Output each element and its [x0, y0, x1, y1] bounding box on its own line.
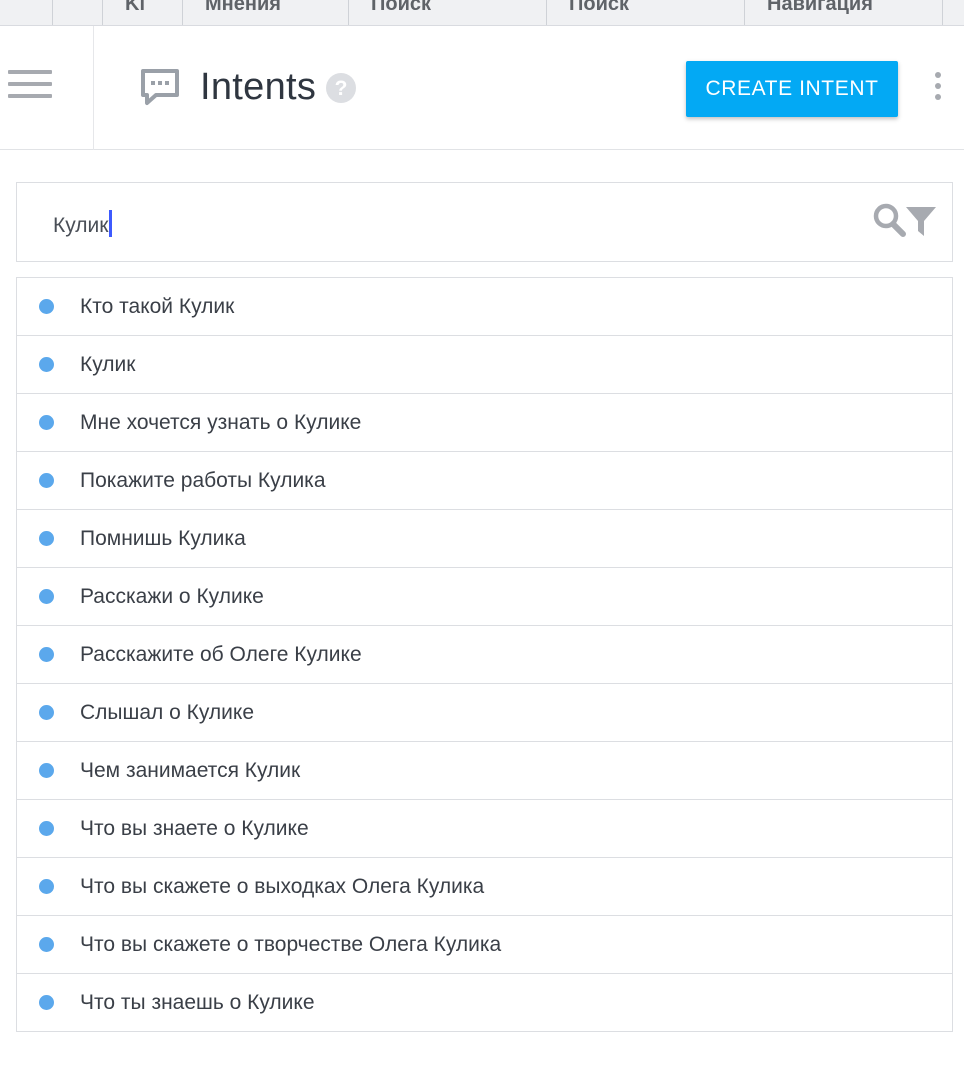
question-mark-icon[interactable]: ?	[325, 72, 357, 104]
intent-status-dot	[39, 357, 54, 372]
intent-status-dot	[39, 647, 54, 662]
intent-row[interactable]: Мне хочется узнать о Кулике	[17, 394, 952, 452]
intent-status-dot	[39, 415, 54, 430]
create-intent-button[interactable]: CREATE INTENT	[686, 61, 898, 117]
menu-area	[0, 26, 94, 150]
intent-label: Расскажите об Олеге Кулике	[80, 643, 362, 666]
svg-text:?: ?	[335, 77, 348, 100]
intent-label: Что вы скажете о выходках Олега Кулика	[80, 875, 485, 898]
search-icon[interactable]	[873, 203, 907, 239]
chat-bubble-icon	[141, 69, 179, 105]
intent-label: Мне хочется узнать о Кулике	[80, 411, 362, 434]
top-tab[interactable]: Поиск	[348, 0, 546, 25]
intent-row[interactable]: Кто такой Кулик	[17, 278, 952, 336]
hamburger-menu-icon[interactable]	[8, 70, 52, 98]
intent-status-dot	[39, 473, 54, 488]
intent-row[interactable]: Что ты знаешь о Кулике	[17, 974, 952, 1032]
page-header: Intents ? CREATE INTENT	[0, 26, 964, 150]
top-tab[interactable]: Поиск	[546, 0, 744, 25]
intent-row[interactable]: Что вы скажете о выходках Олега Кулика	[17, 858, 952, 916]
intent-label: Кулик	[80, 353, 136, 376]
intent-label: Покажите работы Кулика	[80, 469, 326, 492]
intent-label: Чем занимается Кулик	[80, 759, 301, 782]
intent-label: Что вы скажете о творчестве Олега Кулика	[80, 933, 502, 956]
filter-icon[interactable]	[905, 204, 937, 238]
intent-label: Что ты знаешь о Кулике	[80, 991, 315, 1014]
intent-label: Слышал о Кулике	[80, 701, 254, 724]
intent-status-dot	[39, 705, 54, 720]
intent-row[interactable]: Расскажи о Кулике	[17, 568, 952, 626]
top-tab[interactable]	[52, 0, 102, 25]
intent-label: Что вы знаете о Кулике	[80, 817, 309, 840]
intent-label: Расскажи о Кулике	[80, 585, 264, 608]
top-tab-strip: Ki Мнения Поиск Поиск Навигация	[0, 0, 964, 26]
intent-row[interactable]: Расскажите об Олеге Кулике	[17, 626, 952, 684]
intent-status-dot	[39, 995, 54, 1010]
top-tab[interactable]	[942, 0, 964, 25]
page-title: Intents	[200, 66, 317, 108]
intent-row[interactable]: Кулик	[17, 336, 952, 394]
intent-status-dot	[39, 299, 54, 314]
intent-label: Помнишь Кулика	[80, 527, 246, 550]
intent-row[interactable]: Что вы скажете о творчестве Олега Кулика	[17, 916, 952, 974]
intent-status-dot	[39, 531, 54, 546]
intent-status-dot	[39, 763, 54, 778]
intent-label: Кто такой Кулик	[80, 295, 235, 318]
intent-row[interactable]: Чем занимается Кулик	[17, 742, 952, 800]
intent-row[interactable]: Покажите работы Кулика	[17, 452, 952, 510]
intent-list: Кто такой Кулик Кулик Мне хочется узнать о…	[16, 277, 953, 1032]
intent-status-dot	[39, 821, 54, 836]
top-tab[interactable]: Мнения	[182, 0, 348, 25]
search-input[interactable]	[51, 205, 831, 239]
intent-status-dot	[39, 879, 54, 894]
top-tab[interactable]: Навигация	[744, 0, 942, 25]
intent-row[interactable]: Что вы знаете о Кулике	[17, 800, 952, 858]
search-box: Кулик	[16, 182, 953, 262]
intent-row[interactable]: Слышал о Кулике	[17, 684, 952, 742]
intent-status-dot	[39, 589, 54, 604]
intent-row[interactable]: Помнишь Кулика	[17, 510, 952, 568]
top-tab[interactable]: Ki	[102, 0, 182, 25]
more-vertical-icon[interactable]	[930, 72, 946, 102]
intent-status-dot	[39, 937, 54, 952]
